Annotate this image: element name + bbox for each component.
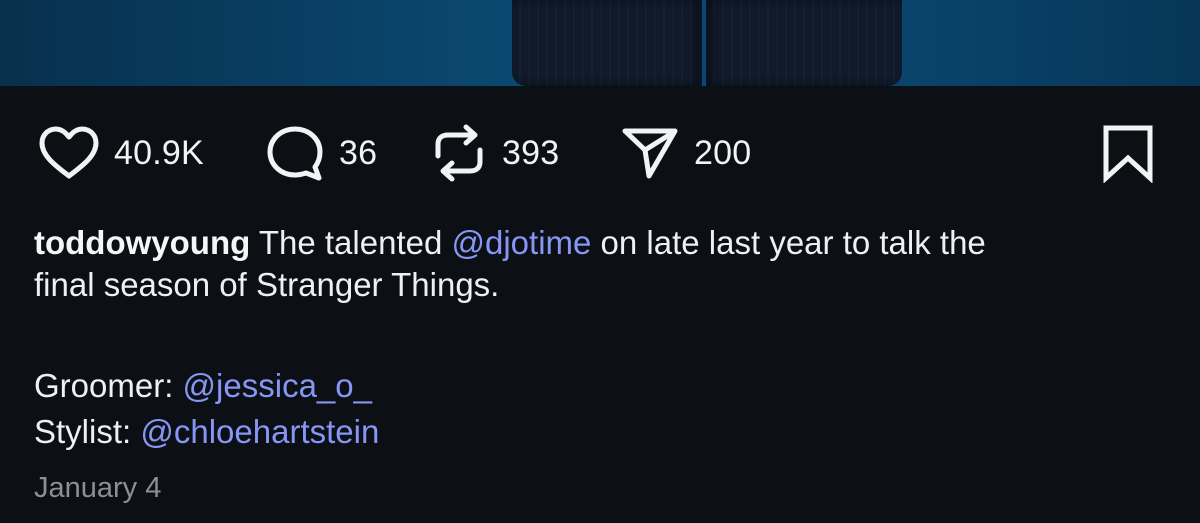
like-count: 40.9K (114, 133, 204, 172)
caption-line-1: toddowyoung The talented @djotime on lat… (34, 222, 1174, 264)
heart-icon (39, 126, 99, 179)
repost-count: 393 (502, 133, 560, 172)
share-button[interactable]: 200 (620, 118, 751, 188)
photo-trouser-left (512, 0, 702, 86)
comment-icon (267, 126, 323, 181)
repost-icon (435, 124, 483, 182)
like-button[interactable]: 40.9K (38, 118, 204, 188)
credit-row-stylist: Stylist: @chloehartstein (34, 409, 379, 455)
caption-text-before: The talented (250, 224, 452, 261)
post-action-bar: 40.9K 36 393 200 (0, 118, 1200, 188)
save-button[interactable] (1100, 118, 1156, 188)
post-photo[interactable] (0, 0, 1200, 86)
share-icon (622, 128, 678, 179)
caption-line-2: final season of Stranger Things. (34, 266, 500, 303)
repost-button[interactable]: 393 (430, 118, 559, 188)
comment-button[interactable]: 36 (265, 118, 377, 188)
author-username[interactable]: toddowyoung (34, 224, 250, 261)
credit-label: Stylist: (34, 413, 141, 450)
mention-link[interactable]: @djotime (452, 224, 592, 261)
post-credits: Groomer: @jessica_o_ Stylist: @chloehart… (34, 363, 379, 455)
bookmark-icon (1103, 125, 1153, 183)
credit-handle-link[interactable]: @jessica_o_ (183, 367, 372, 404)
share-count: 200 (694, 133, 752, 172)
comment-count: 36 (339, 133, 378, 172)
post-caption: toddowyoung The talented @djotime on lat… (34, 222, 1174, 306)
post-date: January 4 (34, 472, 162, 504)
caption-text-after: on late last year to talk the (591, 224, 986, 261)
credit-handle-link[interactable]: @chloehartstein (140, 413, 379, 450)
photo-trouser-right (706, 0, 902, 86)
credit-label: Groomer: (34, 367, 183, 404)
credit-row-groomer: Groomer: @jessica_o_ (34, 363, 379, 409)
